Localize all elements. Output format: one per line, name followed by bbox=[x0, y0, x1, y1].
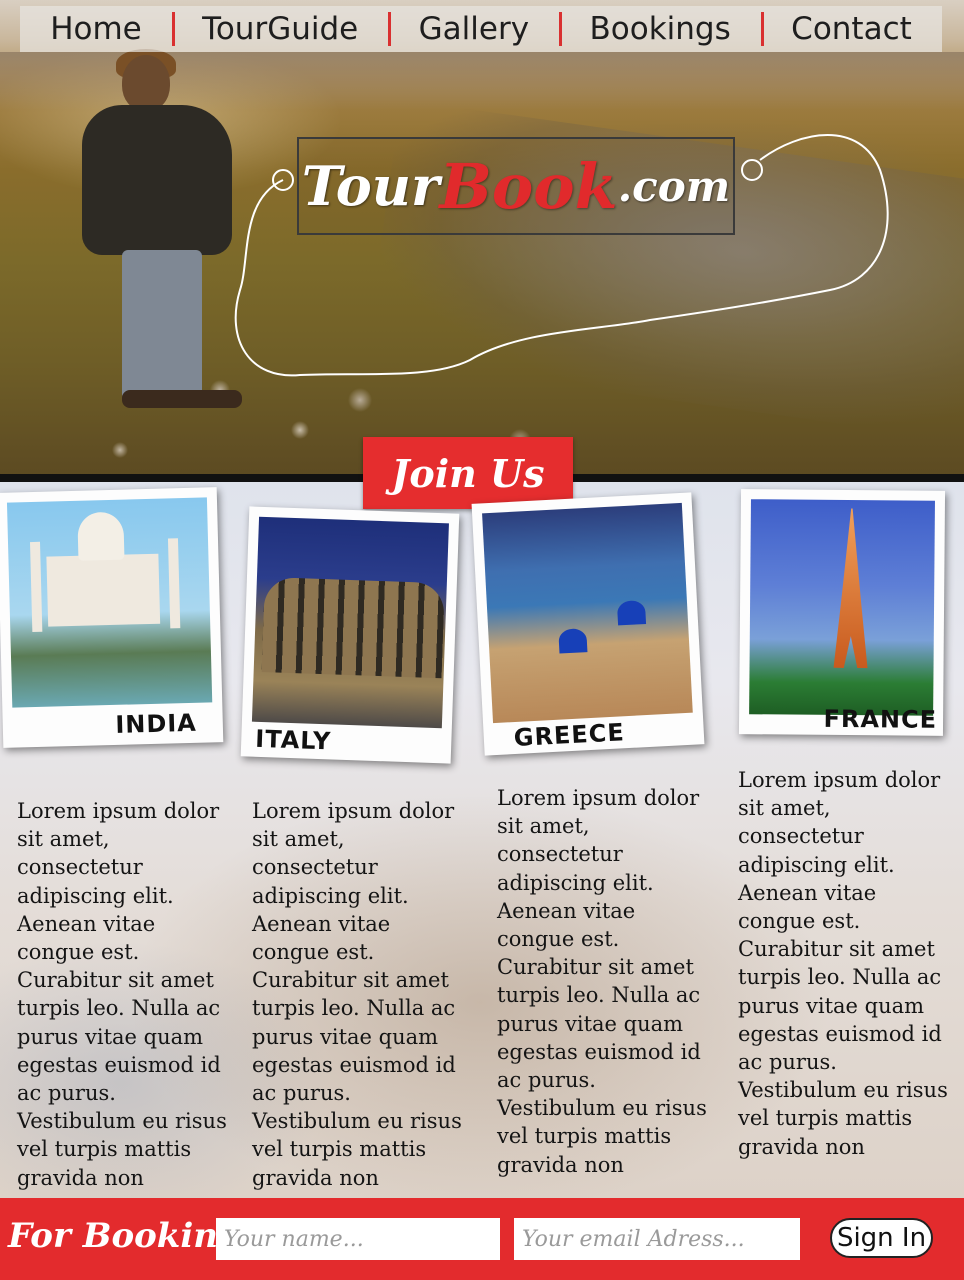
logo-part-domain: .com bbox=[617, 161, 731, 211]
destination-description: Lorem ipsum dolor sit amet, consectetur … bbox=[252, 799, 462, 1190]
booking-footer: For Booking: Sign In bbox=[0, 1198, 964, 1280]
destination-label: INDIA bbox=[114, 708, 198, 739]
greece-photo bbox=[482, 502, 693, 724]
logo-part-tour: Tour bbox=[301, 154, 440, 218]
top-navigation: Home TourGuide Gallery Bookings Contact bbox=[20, 6, 942, 52]
destination-label: ITALY bbox=[254, 724, 332, 756]
destination-card-france[interactable]: FRANCE bbox=[738, 489, 946, 736]
destination-description: Lorem ipsum dolor sit amet, consectetur … bbox=[497, 786, 707, 1177]
name-input[interactable] bbox=[216, 1218, 500, 1260]
destination-card-greece[interactable]: GREECE bbox=[471, 492, 705, 756]
flight-path-line bbox=[234, 134, 889, 377]
nav-bookings[interactable]: Bookings bbox=[559, 6, 761, 52]
italy-photo bbox=[251, 516, 449, 729]
nav-home[interactable]: Home bbox=[20, 6, 172, 52]
destination-label: FRANCE bbox=[823, 704, 938, 734]
destination-card-italy[interactable]: ITALY bbox=[240, 506, 460, 764]
india-photo bbox=[6, 497, 213, 708]
destination-label: GREECE bbox=[513, 718, 626, 753]
nav-gallery[interactable]: Gallery bbox=[388, 6, 559, 52]
site-logo[interactable]: Tour Book .com bbox=[297, 137, 735, 235]
email-input[interactable] bbox=[514, 1218, 800, 1260]
france-photo bbox=[749, 499, 935, 716]
hero-banner: Home TourGuide Gallery Bookings Contact … bbox=[0, 0, 964, 478]
nav-contact[interactable]: Contact bbox=[760, 6, 942, 52]
destination-card-india[interactable]: INDIA bbox=[0, 487, 224, 748]
destination-description: Lorem ipsum dolor sit amet, consectetur … bbox=[738, 768, 948, 1159]
join-us-button[interactable]: Join Us bbox=[363, 437, 573, 509]
nav-tourguide[interactable]: TourGuide bbox=[171, 6, 388, 52]
logo-part-book: Book bbox=[439, 149, 618, 223]
destination-description: Lorem ipsum dolor sit amet, consectetur … bbox=[17, 799, 227, 1190]
sign-in-button[interactable]: Sign In bbox=[830, 1218, 933, 1258]
